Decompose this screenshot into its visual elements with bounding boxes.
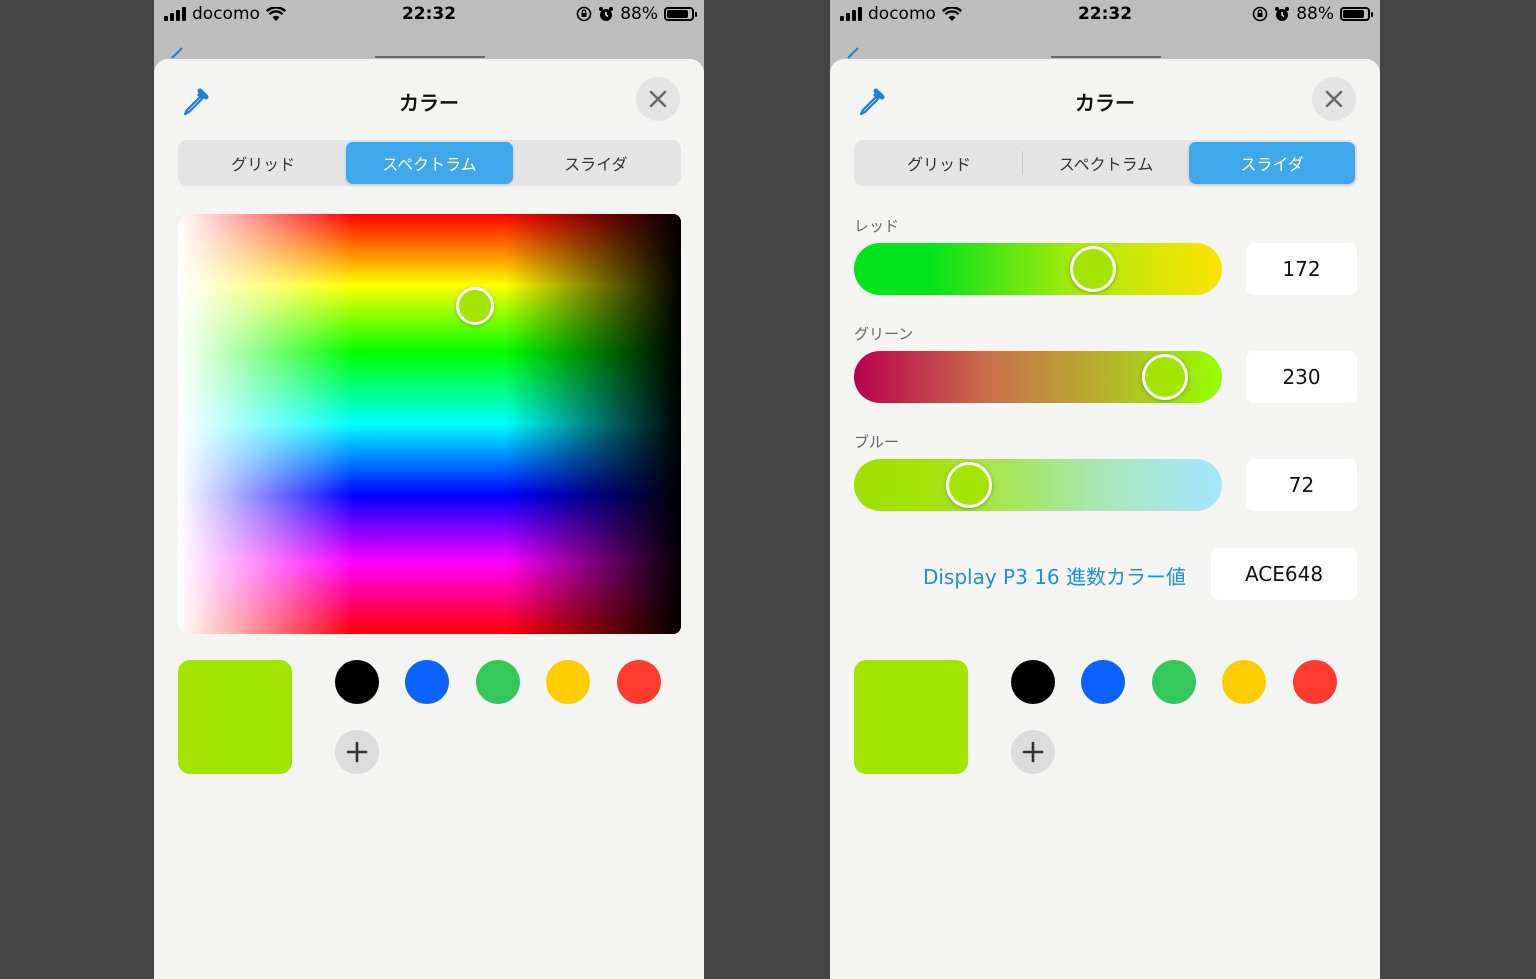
green-slider-knob[interactable] (1142, 354, 1189, 400)
red-slider-track[interactable] (854, 243, 1222, 295)
orientation-lock-icon (1252, 6, 1268, 22)
current-color-preview (854, 660, 968, 774)
color-picker-sheet: カラー グリッド スペクトラム スライダ レッド 172 グリーン 230 ブル… (830, 59, 1380, 979)
swatch-black[interactable] (335, 660, 379, 704)
red-value-field[interactable]: 172 (1246, 243, 1357, 295)
sheet-title: カラー (399, 91, 459, 115)
phone-screen-spectrum: docomo 22:32 88% カラー グリッド スペクトラム スライダ (154, 0, 704, 979)
mode-tabs: グリッド スペクトラム スライダ (854, 140, 1357, 186)
close-button[interactable] (1312, 77, 1356, 121)
status-bar: docomo 22:32 88% (154, 0, 704, 32)
swatch-green[interactable] (1152, 660, 1196, 704)
red-slider-label: レッド (854, 217, 900, 235)
color-picker-sheet: カラー グリッド スペクトラム スライダ (154, 59, 704, 979)
green-value-field[interactable]: 230 (1246, 351, 1357, 403)
battery-icon (1340, 7, 1373, 21)
swatch-blue[interactable] (1081, 660, 1125, 704)
current-color-preview (178, 660, 292, 774)
hex-value-field[interactable]: ACE648 (1211, 548, 1357, 600)
orientation-lock-icon (576, 6, 592, 22)
swatch-green[interactable] (476, 660, 520, 704)
blue-value-field[interactable]: 72 (1246, 459, 1357, 511)
hex-color-label[interactable]: Display P3 16 進数カラー値 (923, 561, 1186, 590)
alarm-icon (599, 7, 614, 21)
green-slider-label: グリーン (854, 325, 914, 343)
spectrum-selector-knob[interactable] (455, 287, 494, 326)
status-bar: docomo 22:32 88% (830, 0, 1380, 32)
add-swatch-button[interactable] (335, 730, 379, 774)
swatch-yellow[interactable] (546, 660, 590, 704)
spectrum-area[interactable] (178, 214, 681, 634)
add-swatch-button[interactable] (1011, 730, 1055, 774)
green-slider-track[interactable] (854, 351, 1222, 403)
tab-sliders[interactable]: スライダ (513, 142, 679, 184)
tab-grid[interactable]: グリッド (856, 142, 1022, 184)
battery-percent: 88% (620, 4, 658, 24)
close-button[interactable] (636, 77, 680, 121)
close-icon (1325, 90, 1343, 108)
red-slider-knob[interactable] (1070, 246, 1117, 292)
phone-screen-sliders: docomo 22:32 88% カラー グリッド スペクトラム スライダ レッ… (830, 0, 1380, 979)
status-right: 88% (576, 4, 697, 24)
close-icon (649, 90, 667, 108)
swatch-blue[interactable] (405, 660, 449, 704)
blue-slider-track[interactable] (854, 459, 1222, 511)
swatch-yellow[interactable] (1222, 660, 1266, 704)
swatch-red[interactable] (617, 660, 661, 704)
mode-tabs: グリッド スペクトラム スライダ (178, 140, 681, 186)
tab-spectrum[interactable]: スペクトラム (1023, 142, 1189, 184)
plus-icon (346, 741, 368, 763)
swatch-red[interactable] (1293, 660, 1337, 704)
blue-slider-knob[interactable] (946, 462, 993, 508)
tab-sliders[interactable]: スライダ (1189, 142, 1355, 184)
battery-percent: 88% (1296, 4, 1334, 24)
battery-icon (664, 7, 697, 21)
plus-icon (1022, 741, 1044, 763)
status-right: 88% (1252, 4, 1373, 24)
tab-spectrum[interactable]: スペクトラム (346, 142, 513, 184)
alarm-icon (1275, 7, 1290, 21)
sheet-title: カラー (1075, 91, 1135, 115)
blue-slider-label: ブルー (854, 433, 900, 451)
tab-grid[interactable]: グリッド (180, 142, 346, 184)
swatch-black[interactable] (1011, 660, 1055, 704)
